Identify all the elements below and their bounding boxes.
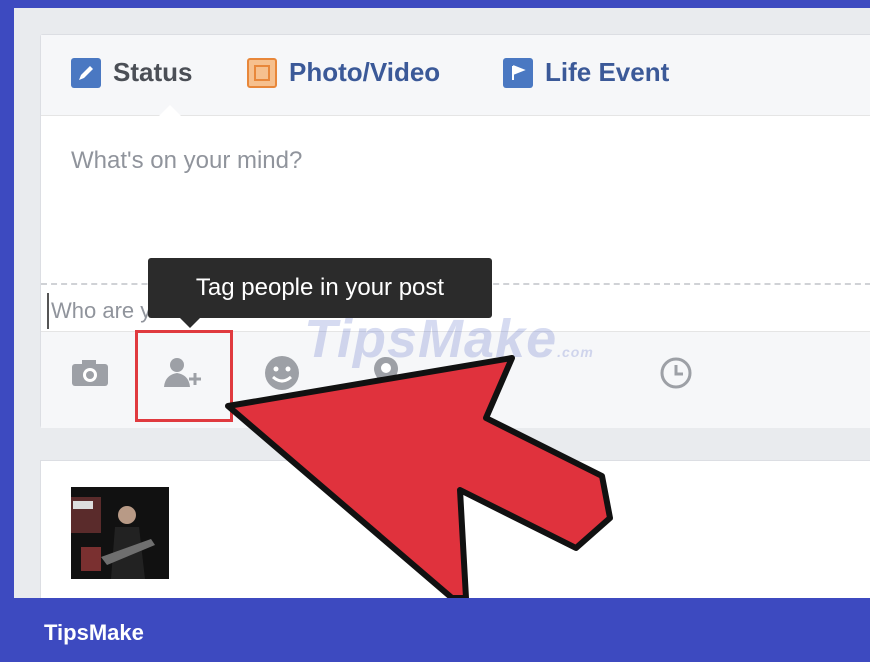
footer-bar: TipsMake (0, 598, 870, 662)
brand-label: TipsMake (44, 620, 144, 645)
pointer-arrow (225, 355, 613, 598)
screenshot-frame: Status Photo/Video Life Event What's on … (14, 8, 870, 598)
